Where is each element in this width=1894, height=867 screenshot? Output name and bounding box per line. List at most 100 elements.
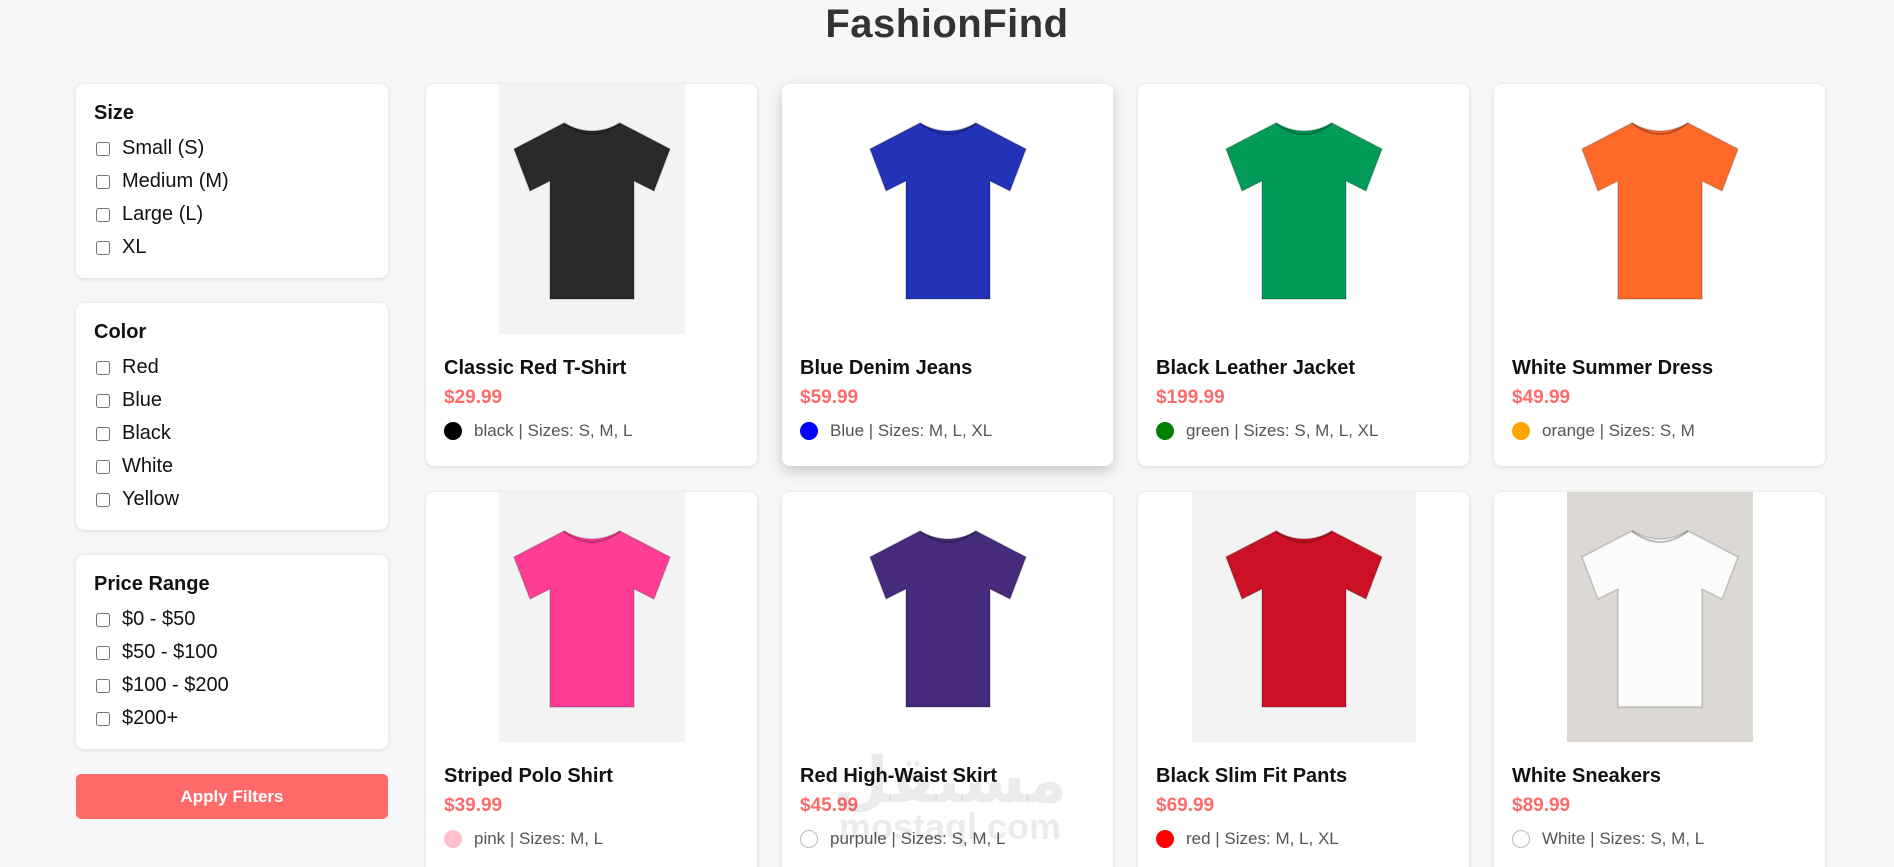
product-details: green | Sizes: S, M, L, XL	[1186, 421, 1379, 440]
color-swatch-icon	[800, 830, 818, 848]
product-name[interactable]: Red High-Waist Skirt	[800, 765, 1095, 788]
price-option-200-plus[interactable]: $200+	[94, 702, 370, 735]
product-info: Classic Red T-Shirt $29.99 black | Sizes: …	[426, 357, 757, 441]
product-price: $29.99	[444, 387, 503, 408]
price-200-plus-checkbox[interactable]	[96, 711, 110, 726]
color-option-red[interactable]: Red	[94, 351, 370, 384]
product-details: red | Sizes: M, L, XL	[1186, 829, 1339, 848]
price-filter: Price Range $0 - $50 $50 - $100 $100 - $…	[76, 555, 388, 749]
product-info: Black Leather Jacket $199.99 green | Sizes…	[1138, 357, 1469, 441]
product-details: Blue | Sizes: M, L, XL	[830, 421, 993, 440]
size-option-small[interactable]: Small (S)	[94, 132, 370, 165]
product-image[interactable]	[782, 492, 1113, 742]
product-card[interactable]: Black Slim Fit Pants $69.99 red | Sizes: M…	[1138, 492, 1469, 867]
color-swatch-icon	[1512, 422, 1530, 440]
product-info: Black Slim Fit Pants $69.99 red | Sizes: M…	[1138, 765, 1469, 849]
size-option-label: Small (S)	[122, 137, 205, 159]
product-image[interactable]	[1138, 492, 1469, 742]
product-image-bg	[498, 492, 685, 742]
product-image-bg	[1191, 492, 1416, 742]
product-card[interactable]: White Sneakers $89.99 White | Sizes: S, M,…	[1494, 492, 1825, 867]
product-name[interactable]: Black Slim Fit Pants	[1156, 765, 1451, 788]
product-image-bg	[1566, 492, 1753, 742]
product-meta: pink | Sizes: M, L	[444, 829, 739, 849]
size-large-checkbox[interactable]	[96, 207, 110, 222]
product-info: White Summer Dress $49.99 orange | Sizes: …	[1494, 357, 1825, 441]
product-card[interactable]: Striped Polo Shirt $39.99 pink | Sizes: M,…	[426, 492, 757, 867]
product-name[interactable]: White Summer Dress	[1512, 357, 1807, 380]
color-option-black[interactable]: Black	[94, 417, 370, 450]
apply-filters-button[interactable]: Apply Filters	[76, 774, 388, 819]
color-swatch-icon	[1512, 830, 1530, 848]
product-name[interactable]: White Sneakers	[1512, 765, 1807, 788]
product-image[interactable]	[426, 84, 757, 334]
price-option-label: $50 - $100	[122, 641, 218, 663]
product-meta: red | Sizes: M, L, XL	[1156, 829, 1451, 849]
product-card[interactable]: Black Leather Jacket $199.99 green | Sizes…	[1138, 84, 1469, 466]
product-name[interactable]: Black Leather Jacket	[1156, 357, 1451, 380]
price-0-50-checkbox[interactable]	[96, 612, 110, 627]
product-meta: black | Sizes: S, M, L	[444, 421, 739, 441]
size-option-label: Medium (M)	[122, 170, 229, 192]
color-option-yellow[interactable]: Yellow	[94, 483, 370, 516]
product-card[interactable]: White Summer Dress $49.99 orange | Sizes: …	[1494, 84, 1825, 466]
color-filter: Color Red Blue Black White Yellow	[76, 303, 388, 530]
price-option-label: $0 - $50	[122, 608, 196, 630]
color-yellow-checkbox[interactable]	[96, 492, 110, 507]
product-image-bg	[782, 84, 1113, 334]
product-image[interactable]	[426, 492, 757, 742]
product-image[interactable]	[782, 84, 1113, 334]
color-white-checkbox[interactable]	[96, 459, 110, 474]
product-meta: White | Sizes: S, M, L	[1512, 829, 1807, 849]
product-card[interactable]: Blue Denim Jeans $59.99 Blue | Sizes: M, L…	[782, 84, 1113, 466]
size-small-checkbox[interactable]	[96, 141, 110, 156]
color-blue-checkbox[interactable]	[96, 393, 110, 408]
product-info: Blue Denim Jeans $59.99 Blue | Sizes: M, L…	[782, 357, 1113, 441]
color-option-label: Black	[122, 422, 171, 444]
color-option-label: Red	[122, 356, 159, 378]
price-50-100-checkbox[interactable]	[96, 645, 110, 660]
price-option-0-50[interactable]: $0 - $50	[94, 603, 370, 636]
size-filter-title: Size	[94, 102, 135, 124]
product-card[interactable]: Red High-Waist Skirt $45.99 purpule | Size…	[782, 492, 1113, 867]
product-details: orange | Sizes: S, M	[1542, 421, 1695, 440]
size-filter: Size Small (S) Medium (M) Large (L) XL	[76, 84, 388, 278]
price-100-200-checkbox[interactable]	[96, 678, 110, 693]
product-price: $89.99	[1512, 795, 1571, 816]
color-option-blue[interactable]: Blue	[94, 384, 370, 417]
price-option-50-100[interactable]: $50 - $100	[94, 636, 370, 669]
product-meta: Blue | Sizes: M, L, XL	[800, 421, 1095, 441]
color-red-checkbox[interactable]	[96, 360, 110, 375]
product-info: Red High-Waist Skirt $45.99 purpule | Size…	[782, 765, 1113, 849]
product-name[interactable]: Blue Denim Jeans	[800, 357, 1095, 380]
color-swatch-icon	[444, 830, 462, 848]
product-details: White | Sizes: S, M, L	[1542, 829, 1705, 848]
size-option-xl[interactable]: XL	[94, 231, 370, 264]
product-grid: Classic Red T-Shirt $29.99 black | Sizes: …	[426, 84, 1825, 867]
color-black-checkbox[interactable]	[96, 426, 110, 441]
price-option-100-200[interactable]: $100 - $200	[94, 669, 370, 702]
color-swatch-icon	[1156, 830, 1174, 848]
size-medium-checkbox[interactable]	[96, 174, 110, 189]
product-price: $39.99	[444, 795, 503, 816]
product-meta: purpule | Sizes: S, M, L	[800, 829, 1095, 849]
product-image[interactable]	[1494, 492, 1825, 742]
product-image[interactable]	[1494, 84, 1825, 334]
size-option-medium[interactable]: Medium (M)	[94, 165, 370, 198]
product-name[interactable]: Classic Red T-Shirt	[444, 357, 739, 380]
color-option-white[interactable]: White	[94, 450, 370, 483]
price-option-label: $100 - $200	[122, 674, 229, 696]
site-title: FashionFind	[825, 2, 1069, 46]
tshirt-icon	[1224, 530, 1383, 708]
size-option-large[interactable]: Large (L)	[94, 198, 370, 231]
size-xl-checkbox[interactable]	[96, 240, 110, 255]
product-card[interactable]: Classic Red T-Shirt $29.99 black | Sizes: …	[426, 84, 757, 466]
product-image-bg	[498, 84, 685, 334]
product-image[interactable]	[1138, 84, 1469, 334]
tshirt-icon	[512, 530, 671, 708]
color-option-label: Yellow	[122, 488, 180, 510]
color-option-label: Blue	[122, 389, 163, 411]
product-price: $59.99	[800, 387, 859, 408]
product-name[interactable]: Striped Polo Shirt	[444, 765, 739, 788]
product-price: $199.99	[1156, 387, 1225, 408]
